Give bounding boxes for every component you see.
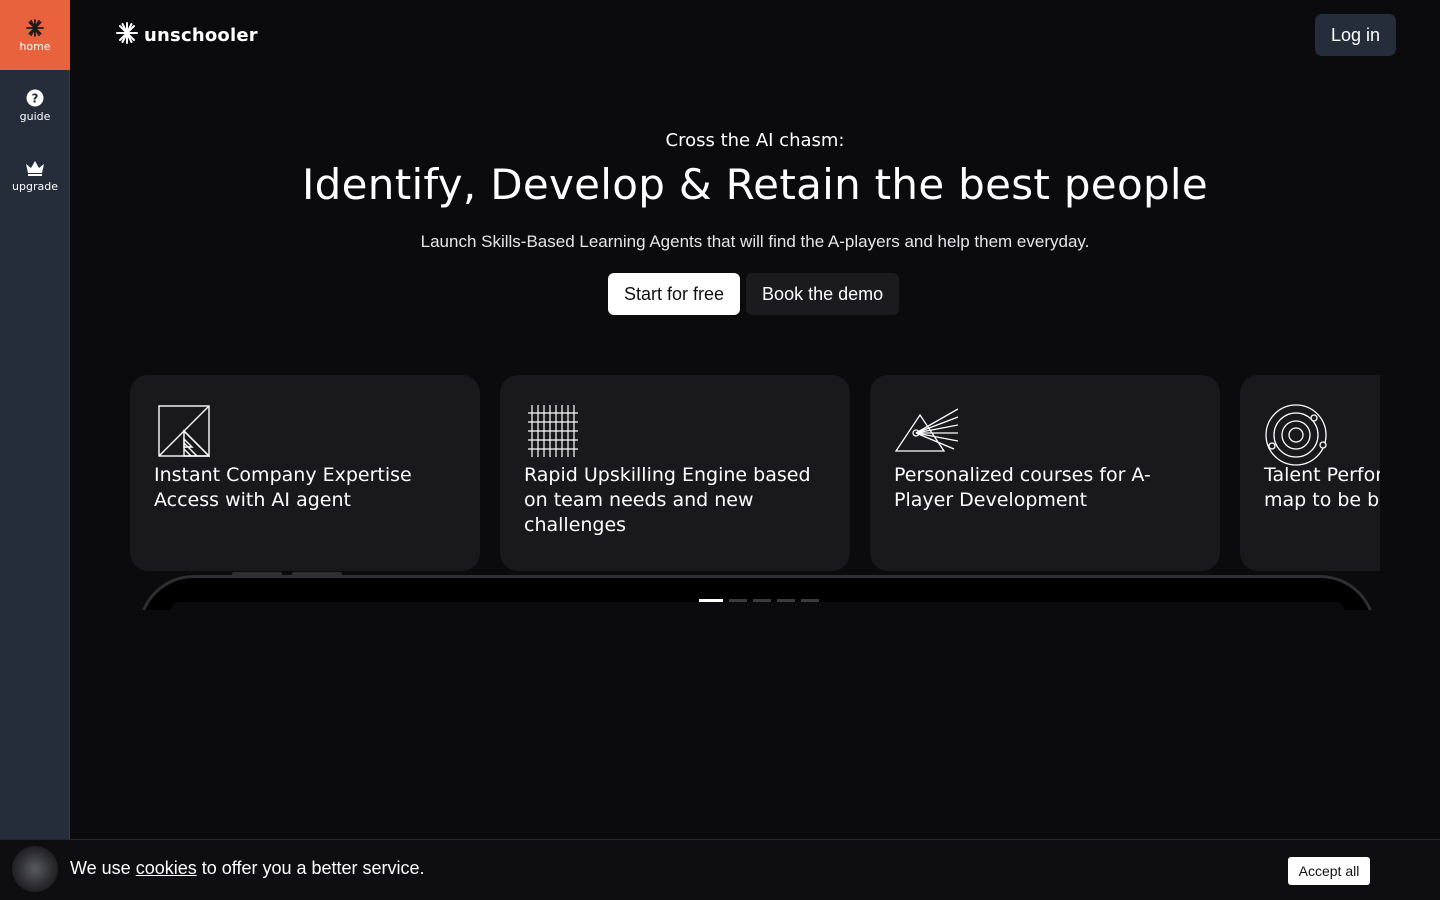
device-button <box>292 572 342 576</box>
feature-card-title: Rapid Upskilling Engine based on team ne… <box>524 464 811 536</box>
expertise-icon <box>154 403 211 459</box>
cookie-banner: We use cookies to offer you a better ser… <box>0 839 1440 900</box>
crown-icon <box>25 158 45 178</box>
orbit-icon <box>1264 403 1327 466</box>
feature-card-title: Talent Performance with skills map to be… <box>1264 464 1380 511</box>
prism-icon <box>894 403 959 459</box>
sidebar-item-guide[interactable]: ? guide <box>0 70 70 140</box>
carousel-dots <box>699 599 819 602</box>
sidebar: home ? guide upgrade <box>0 0 70 900</box>
hero-kicker: Cross the AI chasm: <box>665 130 845 151</box>
cookie-message: We use cookies to offer you a better ser… <box>70 858 425 879</box>
sidebar-item-home[interactable]: home <box>0 0 70 70</box>
accept-all-button[interactable]: Accept all <box>1288 857 1370 885</box>
feature-carousel[interactable]: Instant Company Expertise Access with AI… <box>130 375 1380 573</box>
feature-card[interactable]: Instant Company Expertise Access with AI… <box>130 375 480 571</box>
carousel-dot[interactable] <box>801 599 819 602</box>
brand-logo[interactable]: unschooler <box>116 22 258 49</box>
page-background <box>70 610 1440 840</box>
carousel-dot[interactable] <box>777 599 795 602</box>
burst-icon <box>116 22 138 49</box>
carousel-dot[interactable] <box>753 599 771 602</box>
login-button[interactable]: Log in <box>1315 14 1396 56</box>
feature-track: Instant Company Expertise Access with AI… <box>130 375 1380 571</box>
cookies-link[interactable]: cookies <box>136 858 197 878</box>
sidebar-item-upgrade[interactable]: upgrade <box>0 140 70 210</box>
grid-engine-icon <box>524 403 580 459</box>
feature-card-title: Instant Company Expertise Access with AI… <box>154 464 412 511</box>
sidebar-item-label: upgrade <box>12 179 58 193</box>
carousel-dot[interactable] <box>699 599 723 602</box>
feature-card[interactable]: Talent Performance with skills map to be… <box>1240 375 1380 571</box>
sidebar-item-label: guide <box>19 109 51 123</box>
sidebar-item-label: home <box>19 39 51 53</box>
feature-card-title: Personalized courses for A-Player Develo… <box>894 464 1151 511</box>
page-title: Identify, Develop & Retain the best peop… <box>301 160 1209 209</box>
feature-card[interactable]: Personalized courses for A-Player Develo… <box>870 375 1220 571</box>
feature-card[interactable]: Rapid Upskilling Engine based on team ne… <box>500 375 850 571</box>
start-free-button[interactable]: Start for free <box>608 273 741 315</box>
svg-text:?: ? <box>32 91 39 105</box>
cookie-text-suffix: to offer you a better service. <box>201 858 425 878</box>
burst-icon <box>25 18 45 38</box>
book-demo-button[interactable]: Book the demo <box>746 273 900 315</box>
cookie-text-prefix: We use <box>70 858 131 878</box>
cta-row: Start for free Book the demo <box>608 273 900 315</box>
cookie-avatar <box>12 846 58 892</box>
hero-subline: Launch Skills-Based Learning Agents that… <box>420 232 1090 251</box>
question-circle-icon: ? <box>25 88 45 108</box>
brand-name: unschooler <box>144 25 258 46</box>
device-button <box>232 572 282 576</box>
carousel-dot[interactable] <box>729 599 747 602</box>
